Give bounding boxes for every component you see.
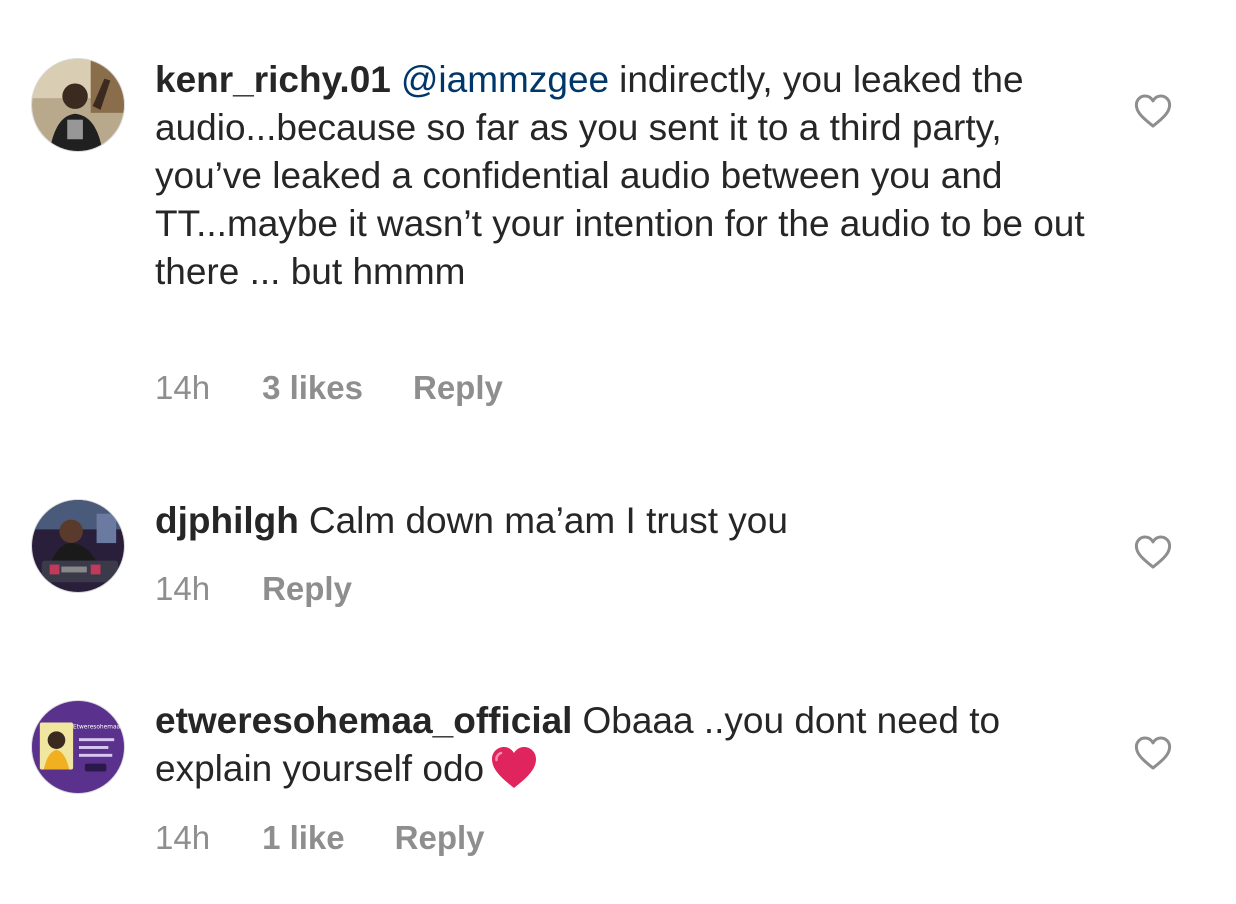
red-heart-emoji <box>490 745 538 791</box>
reply-button[interactable]: Reply <box>262 570 352 608</box>
avatar-photo <box>32 500 124 592</box>
comment-username[interactable]: djphilgh <box>155 500 299 541</box>
heart-outline-icon[interactable] <box>1134 534 1172 570</box>
heart-outline-icon[interactable] <box>1134 735 1172 771</box>
comment-username[interactable]: etweresohemaa_official <box>155 700 572 741</box>
comment-time: 14h <box>155 819 211 856</box>
heart-outline-icon[interactable] <box>1134 93 1172 129</box>
comment-meta: 14h 1 like Reply <box>155 816 485 860</box>
avatar[interactable] <box>31 499 125 593</box>
comment-time: 14h <box>155 570 211 607</box>
comment-time: 14h <box>155 369 211 406</box>
reply-button[interactable]: Reply <box>413 369 503 407</box>
avatar[interactable] <box>31 58 125 152</box>
avatar-photo: Etweresohemaa <box>32 701 124 793</box>
comment-mention[interactable]: @iammzgee <box>401 59 609 100</box>
reply-button[interactable]: Reply <box>395 819 485 857</box>
comment-username[interactable]: kenr_richy.01 <box>155 59 391 100</box>
comment-body: etweresohemaa_official Obaaa ..you dont n… <box>155 697 1085 793</box>
avatar-text: Etweresohemaa <box>73 724 121 730</box>
comment-body: djphilgh Calm down ma’am I trust you <box>155 497 1085 545</box>
comment-likes[interactable]: 1 like <box>262 819 345 857</box>
comment-body: kenr_richy.01 @iammzgee indirectly, you le… <box>155 56 1085 296</box>
avatar-photo <box>32 59 124 151</box>
comment-likes[interactable]: 3 likes <box>262 369 363 407</box>
avatar[interactable]: Etweresohemaa <box>31 700 125 794</box>
comment-meta: 14h Reply <box>155 567 352 611</box>
comment-text: Calm down ma’am I trust you <box>308 500 788 541</box>
comment-meta: 14h 3 likes Reply <box>155 366 503 410</box>
